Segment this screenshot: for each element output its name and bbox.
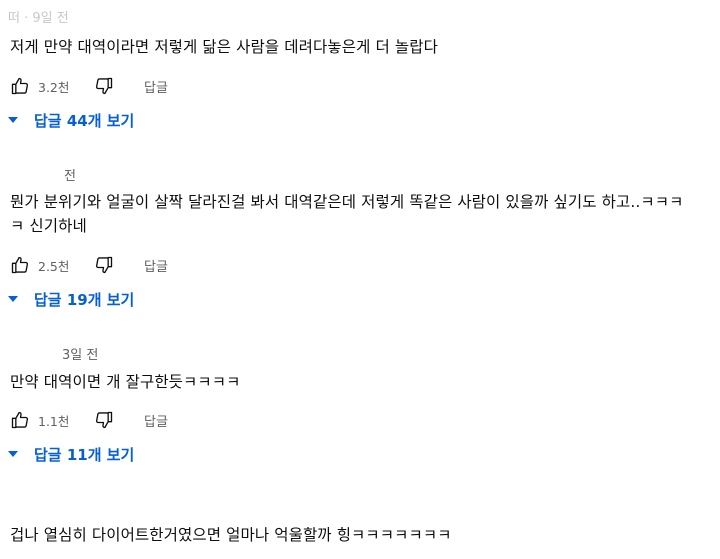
reply-button[interactable]: 답글 [144,256,168,275]
comment-text: 겁나 열심히 다이어트한거였으면 얼마나 억울할까 힝ㅋㅋㅋㅋㅋㅋㅋ [10,526,452,544]
comment-meta: 전 [8,164,76,184]
comment-text: 뭔가 분위기와 얼굴이 살짝 달라진걸 봐서 대역같은데 저렇게 똑같은 사람이… [10,193,684,235]
comment-timestamp: 3일 전 [62,347,99,363]
comment-actions: 3.2천 답글 [8,74,168,98]
view-replies-button[interactable]: 답글 44개 보기 [6,108,134,132]
dislike-button[interactable] [92,408,116,432]
reply-button[interactable]: 답글 [144,411,168,430]
author-name-redacted[interactable] [8,499,118,517]
comment-meta [8,498,118,518]
comment-timestamp: 전 [64,168,76,184]
comment-actions: 1.1천 답글 [8,408,168,432]
dislike-button[interactable] [92,74,116,98]
thumbs-down-icon [95,411,113,429]
author-name-redacted[interactable] [8,165,64,183]
thumbs-up-icon [11,411,29,429]
like-button[interactable] [8,253,32,277]
like-button[interactable] [8,408,32,432]
thumbs-down-icon [95,256,113,274]
caret-down-icon [8,117,18,123]
like-count: 3.2천 [38,79,70,95]
like-button[interactable] [8,74,32,98]
comment-actions: 2.5천 답글 [8,253,168,277]
comment-text: 저게 만약 대역이라면 저렇게 닮은 사람을 데려다놓은게 더 놀랍다 [10,38,438,56]
thumbs-down-icon [95,77,113,95]
comment-meta: 3일 전 [8,343,98,363]
comment-meta: 떠 · 9일 전 [8,6,99,26]
comment-text: 만약 대역이면 개 잘구한듯ㅋㅋㅋㅋ [10,373,241,391]
like-count: 1.1천 [38,413,70,429]
like-count: 2.5천 [38,258,70,274]
thumbs-up-icon [11,256,29,274]
view-replies-label: 답글 44개 보기 [34,111,135,130]
view-replies-button[interactable]: 답글 11개 보기 [6,442,134,466]
view-replies-button[interactable]: 답글 19개 보기 [6,287,134,311]
thumbs-up-icon [11,77,29,95]
reply-button[interactable]: 답글 [144,77,168,96]
caret-down-icon [8,451,18,457]
view-replies-label: 답글 19개 보기 [34,290,135,309]
dislike-button[interactable] [92,253,116,277]
author-name-redacted[interactable] [8,344,62,362]
caret-down-icon [8,296,18,302]
view-replies-label: 답글 11개 보기 [34,445,135,464]
comment-timestamp: 떠 · 9일 전 [8,10,69,26]
